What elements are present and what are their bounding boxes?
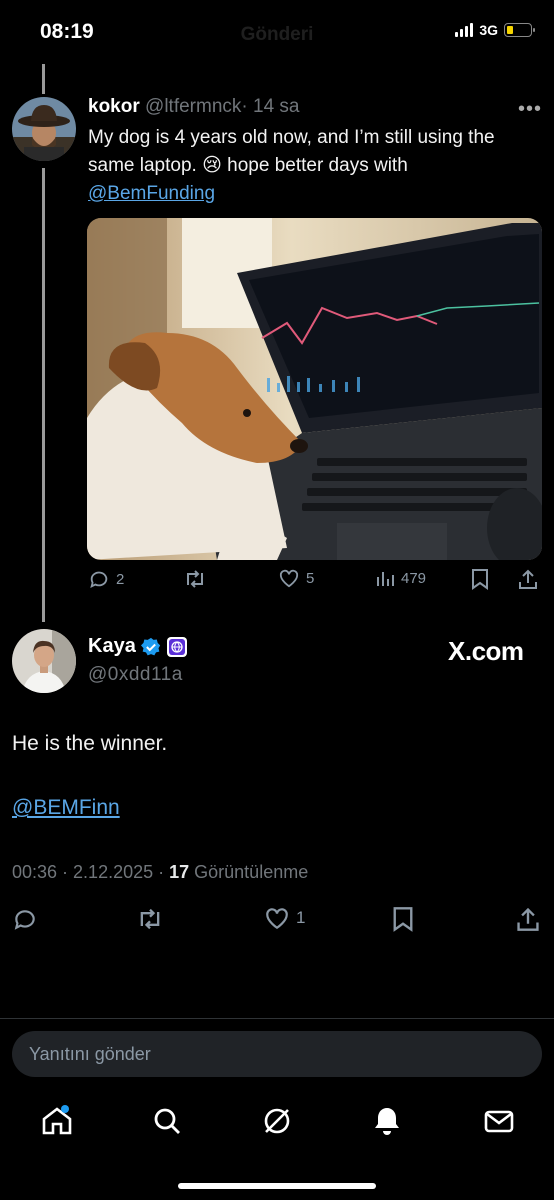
share-button[interactable]	[518, 568, 538, 590]
time-separator: ·	[241, 96, 248, 117]
like-button[interactable]: 1	[264, 906, 305, 930]
like-count: 5	[306, 569, 315, 587]
home-indicator	[178, 1183, 376, 1189]
author-name[interactable]: Kaya	[88, 635, 136, 658]
share-icon	[519, 569, 537, 589]
nav-messages[interactable]	[482, 1104, 516, 1138]
tweet-meta: 00:36 · 2.12.2025 · 17 Görüntülenme	[12, 862, 308, 883]
views-count: 479	[401, 569, 427, 587]
grok-icon	[264, 1108, 290, 1134]
nav-grok[interactable]	[260, 1104, 294, 1138]
nav-home[interactable]	[40, 1104, 74, 1138]
network-label: 3G	[479, 22, 498, 38]
bookmark-icon	[472, 569, 488, 590]
reply-placeholder: Yanıtını gönder	[29, 1043, 151, 1064]
x-brand-watermark: X.com	[448, 636, 524, 666]
thread-line-top	[42, 64, 45, 94]
mail-icon	[484, 1110, 514, 1133]
mention-link[interactable]: @BemFunding	[88, 183, 215, 204]
avatar-kokor[interactable]	[12, 97, 76, 161]
views-label: Görüntülenme	[189, 862, 309, 882]
main-author: Kaya	[88, 635, 188, 658]
affiliate-badge-icon	[166, 636, 187, 657]
reply-button[interactable]: 2	[88, 568, 124, 590]
reply-count: 2	[116, 570, 125, 588]
nav-notifications[interactable]	[370, 1104, 404, 1138]
views-button[interactable]: 479	[375, 568, 426, 588]
avatar-kaya[interactable]	[12, 629, 76, 693]
home-icon	[42, 1105, 72, 1135]
heart-icon	[279, 569, 299, 588]
reply-icon	[14, 910, 35, 930]
share-button[interactable]	[516, 906, 540, 932]
author-handle[interactable]: @ltfermnck	[145, 96, 241, 117]
tweet-header: kokor @ltfermnck· 14 sa	[88, 96, 299, 118]
battery-level	[507, 26, 513, 34]
retweet-button[interactable]	[136, 906, 164, 932]
tweet-text: My dog is 4 years old now, and I’m still…	[88, 124, 528, 208]
mention-link[interactable]: @BEMFinn	[12, 796, 120, 820]
retweet-icon	[187, 570, 203, 588]
bell-icon	[375, 1108, 399, 1135]
thread-line	[42, 168, 45, 622]
tweet-photo[interactable]	[87, 218, 542, 560]
search-icon	[154, 1108, 180, 1134]
views-count: 17	[169, 862, 190, 882]
bottom-nav	[0, 1100, 554, 1146]
tweet-timestamp: 00:36 · 2.12.2025 ·	[12, 862, 170, 882]
bookmark-button[interactable]	[471, 568, 489, 590]
views-icon	[377, 572, 394, 586]
tweet-body: My dog is 4 years old now, and I’m still…	[88, 127, 495, 176]
nav-search[interactable]	[150, 1104, 184, 1138]
tweet-time: 14 sa	[253, 96, 300, 117]
tweet-body: He is the winner.	[12, 732, 168, 755]
retweet-icon	[140, 908, 160, 930]
reply-icon	[90, 571, 108, 589]
more-options-icon[interactable]: •••	[518, 98, 542, 121]
author-handle[interactable]: @0xdd11a	[88, 664, 183, 686]
status-icons: 3G	[455, 22, 535, 38]
bookmark-button[interactable]	[392, 906, 414, 932]
retweet-button[interactable]	[183, 568, 207, 590]
signal-icon	[455, 23, 474, 37]
verified-badge-icon	[140, 637, 160, 655]
parent-tweet-actions: 2 5 479	[88, 568, 540, 598]
reply-input[interactable]: Yanıtını gönder	[12, 1031, 542, 1077]
main-tweet-actions: 1	[12, 906, 542, 938]
divider	[0, 1018, 554, 1019]
battery-icon	[504, 23, 535, 37]
share-icon	[517, 907, 539, 931]
author-name[interactable]: kokor	[88, 96, 140, 117]
heart-icon	[266, 908, 288, 930]
reply-button[interactable]	[12, 906, 38, 932]
bookmark-icon	[393, 907, 413, 932]
like-count: 1	[296, 908, 306, 927]
like-button[interactable]: 5	[278, 568, 314, 588]
